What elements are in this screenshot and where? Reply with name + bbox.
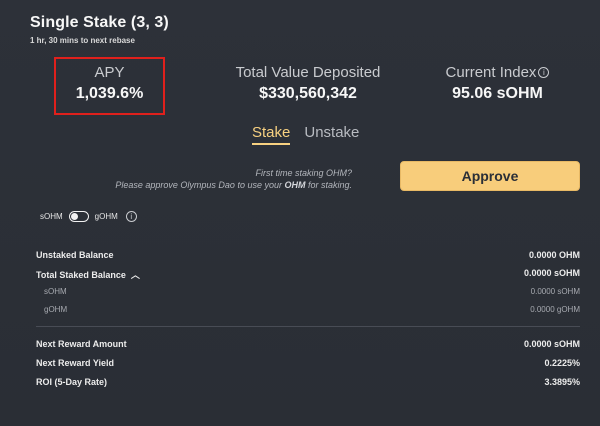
approve-note-line1: First time staking OHM? bbox=[255, 168, 352, 178]
approve-note-line2: Please approve Olympus Dao to use your O… bbox=[115, 180, 352, 190]
unstaked-balance-value: 0.0000 OHM bbox=[528, 250, 580, 260]
tab-stake[interactable]: Stake bbox=[252, 124, 291, 145]
sohm-gohm-switch[interactable] bbox=[68, 211, 89, 222]
switch-knob bbox=[70, 213, 78, 220]
next-reward-yield-value: 0.2225% bbox=[544, 358, 580, 368]
chevron-up-icon[interactable]: ︿ bbox=[131, 268, 140, 281]
sohm-balance-row: sOHM 0.0000 sOHM bbox=[36, 287, 580, 296]
gohm-balance-label: gOHM bbox=[44, 305, 68, 314]
total-staked-balance-value: 0.0000 sOHM bbox=[523, 268, 580, 278]
rebase-timer: 1 hr, 30 mins to next rebase bbox=[30, 36, 135, 45]
stake-tabs: Stake Unstake bbox=[252, 124, 359, 145]
page-title: Single Stake (3, 3) bbox=[30, 14, 169, 31]
tvd-value: $330,560,342 bbox=[259, 85, 357, 102]
stake-panel: Single Stake (3, 3) 1 hr, 30 mins to nex… bbox=[0, 0, 600, 426]
gohm-balance-row: gOHM 0.0000 gOHM bbox=[36, 305, 580, 314]
apy-label: APY bbox=[94, 64, 125, 81]
header: Single Stake (3, 3) 1 hr, 30 mins to nex… bbox=[30, 14, 169, 45]
roi-row: ROI (5-Day Rate) 3.3895% bbox=[36, 377, 580, 387]
roi-value: 3.3895% bbox=[544, 377, 580, 387]
toggle-left-label: sOHM bbox=[40, 212, 63, 221]
next-reward-yield-row: Next Reward Yield 0.2225% bbox=[36, 358, 580, 368]
total-staked-balance-label: Total Staked Balance ︿ bbox=[36, 268, 140, 281]
current-index-metric: Current Index i 95.06 sOHM bbox=[425, 64, 570, 103]
info-icon[interactable]: i bbox=[125, 211, 137, 222]
tvd-label: Total Value Deposited bbox=[235, 64, 381, 81]
apy-metric: APY 1,039.6% bbox=[54, 64, 165, 103]
approve-note: First time staking OHM? Please approve O… bbox=[115, 167, 352, 191]
sohm-balance-label: sOHM bbox=[44, 287, 67, 296]
next-reward-amount-row: Next Reward Amount 0.0000 sOHM bbox=[36, 339, 580, 349]
unstaked-balance-label: Unstaked Balance bbox=[36, 250, 114, 260]
gohm-balance-value: 0.0000 gOHM bbox=[530, 305, 580, 314]
divider bbox=[36, 326, 580, 327]
current-index-label: Current Index i bbox=[425, 64, 570, 81]
unstaked-balance-row: Unstaked Balance 0.0000 OHM bbox=[36, 250, 580, 260]
token-toggle: sOHM gOHM i bbox=[40, 211, 137, 222]
roi-label: ROI (5-Day Rate) bbox=[36, 377, 108, 387]
current-index-value: 95.06 sOHM bbox=[452, 85, 543, 102]
total-staked-balance-row[interactable]: Total Staked Balance ︿ 0.0000 sOHM bbox=[36, 268, 580, 281]
next-reward-amount-value: 0.0000 sOHM bbox=[523, 339, 580, 349]
toggle-right-label: gOHM bbox=[94, 212, 118, 221]
approve-button[interactable]: Approve bbox=[400, 161, 580, 191]
next-reward-yield-label: Next Reward Yield bbox=[36, 358, 115, 368]
sohm-balance-value: 0.0000 sOHM bbox=[530, 287, 580, 296]
tvd-metric: Total Value Deposited $330,560,342 bbox=[218, 64, 398, 103]
tab-unstake[interactable]: Unstake bbox=[304, 124, 359, 141]
next-reward-amount-label: Next Reward Amount bbox=[36, 339, 127, 349]
apy-value: 1,039.6% bbox=[75, 85, 144, 102]
info-icon[interactable]: i bbox=[538, 67, 550, 78]
